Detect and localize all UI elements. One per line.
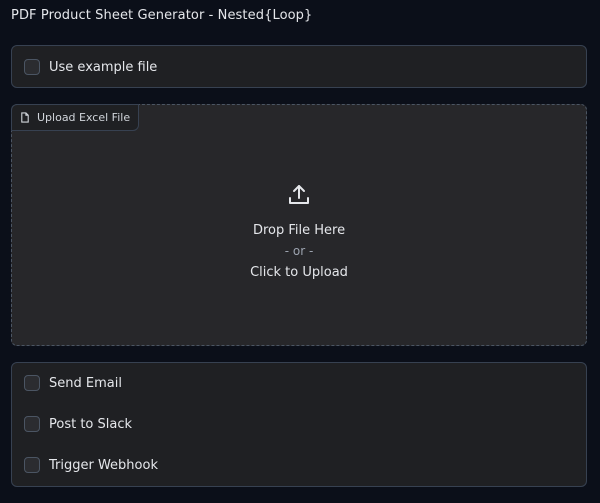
or-text: - or - xyxy=(284,244,314,258)
upload-tab: Upload Excel File xyxy=(11,104,140,131)
example-file-panel: Use example file xyxy=(11,45,587,88)
post-slack-checkbox[interactable] xyxy=(24,416,40,432)
send-email-checkbox[interactable] xyxy=(24,375,40,391)
file-icon xyxy=(20,112,30,123)
post-slack-row[interactable]: Post to Slack xyxy=(24,414,132,434)
upload-tab-label: Upload Excel File xyxy=(37,111,131,124)
use-example-label: Use example file xyxy=(49,59,158,75)
trigger-webhook-checkbox[interactable] xyxy=(24,457,40,473)
send-email-row[interactable]: Send Email xyxy=(24,373,122,393)
use-example-checkbox[interactable] xyxy=(24,59,40,75)
send-email-label: Send Email xyxy=(49,375,122,391)
upload-icon xyxy=(287,183,311,211)
drop-zone-content: Drop File Here - or - Click to Upload xyxy=(12,183,586,283)
click-to-upload-text: Click to Upload xyxy=(250,265,348,280)
drop-file-text: Drop File Here xyxy=(252,223,346,238)
file-upload-dropzone[interactable]: Upload Excel File Drop File Here - or - … xyxy=(11,104,587,346)
post-slack-label: Post to Slack xyxy=(49,416,133,432)
trigger-webhook-row[interactable]: Trigger Webhook xyxy=(24,455,158,475)
app-title: PDF Product Sheet Generator - Nested{Loo… xyxy=(11,8,313,23)
use-example-checkbox-row[interactable]: Use example file xyxy=(24,57,157,77)
trigger-webhook-label: Trigger Webhook xyxy=(49,457,158,473)
actions-panel: Send Email Post to Slack Trigger Webhook xyxy=(11,362,587,487)
